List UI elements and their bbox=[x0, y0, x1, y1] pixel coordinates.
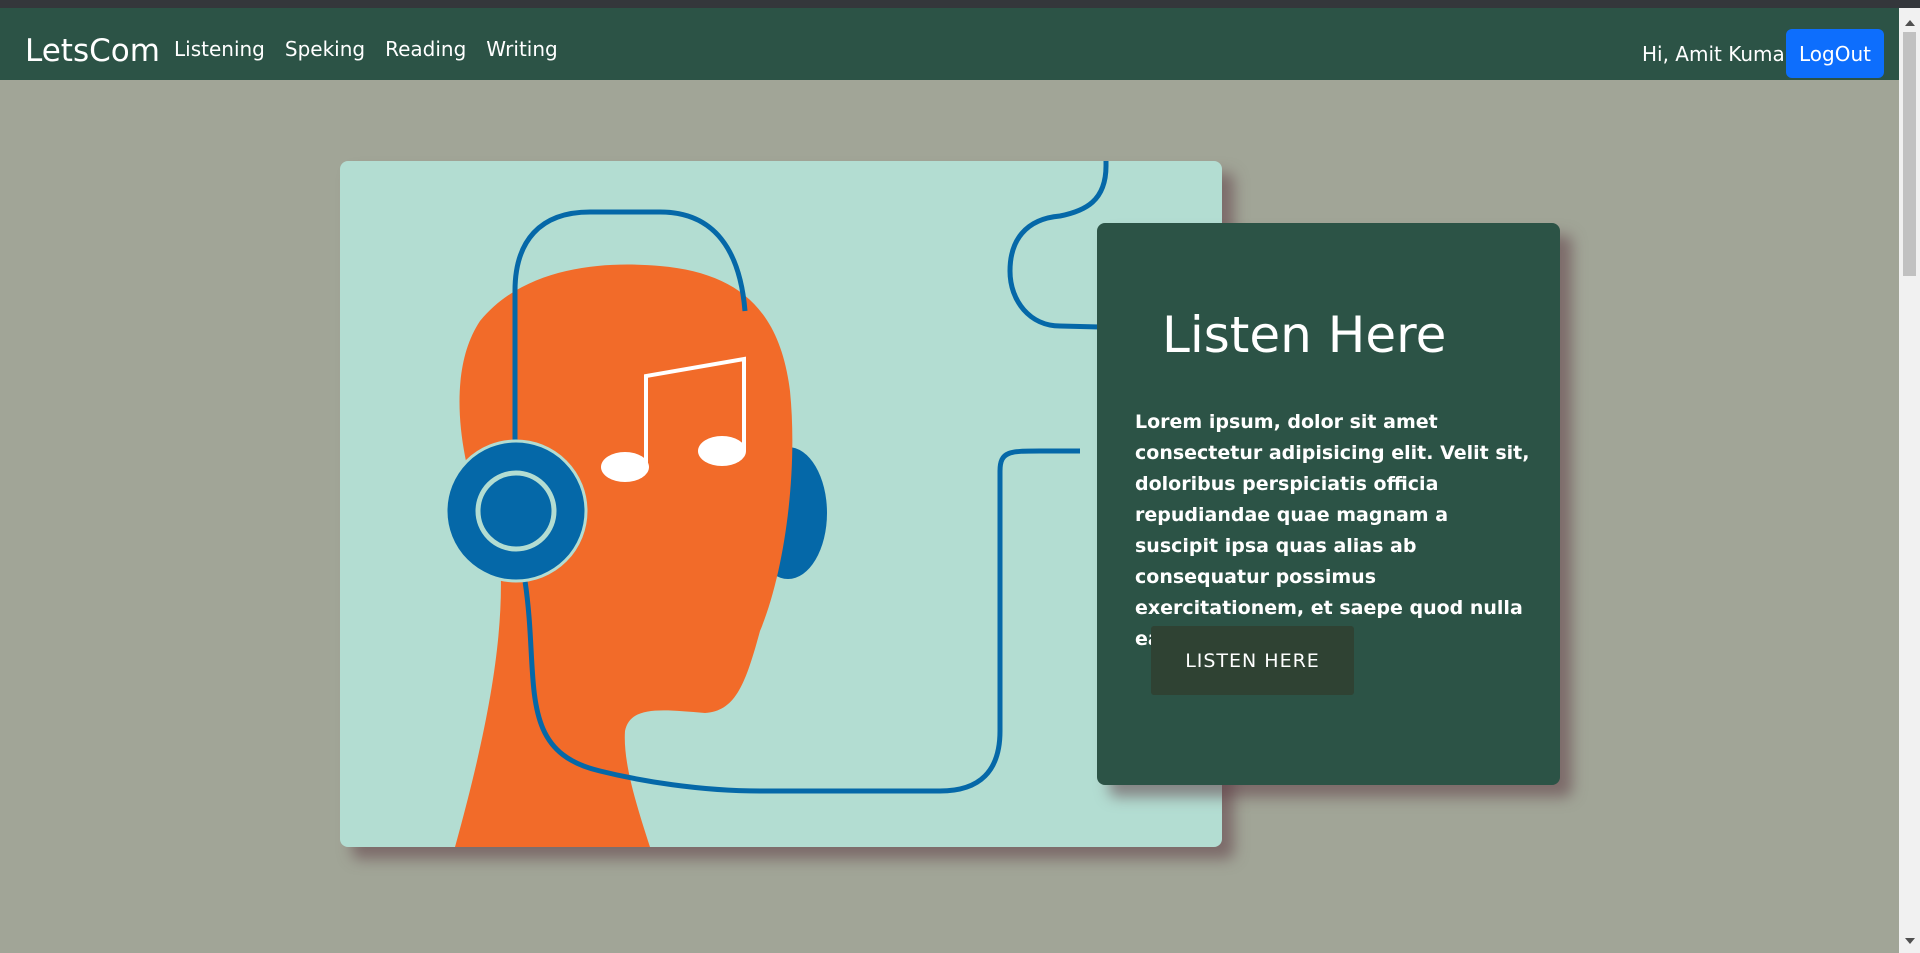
user-greeting: Hi, Amit Kumar bbox=[1642, 42, 1793, 66]
brand-logo[interactable]: LetsCom bbox=[25, 32, 160, 70]
scroll-thumb[interactable] bbox=[1903, 32, 1916, 276]
browser-top-strip bbox=[0, 0, 1920, 8]
nav-link-writing[interactable]: Writing bbox=[486, 32, 557, 66]
scroll-up-arrow-icon[interactable] bbox=[1905, 20, 1915, 26]
nav-link-speking[interactable]: Speking bbox=[285, 32, 365, 66]
card-title: Listen Here bbox=[1162, 306, 1447, 364]
navbar: LetsCom Listening Speking Reading Writin… bbox=[0, 8, 1899, 80]
headphones-illustration bbox=[340, 161, 1222, 847]
listen-here-button[interactable]: LISTEN HERE bbox=[1151, 626, 1354, 695]
card-description: Lorem ipsum, dolor sit amet consectetur … bbox=[1135, 411, 1530, 650]
music-note-head-left bbox=[601, 452, 649, 482]
music-note-head-right bbox=[698, 436, 746, 466]
nav-links: Listening Speking Reading Writing bbox=[174, 32, 558, 66]
cable-loop bbox=[1007, 161, 1109, 330]
logout-button[interactable]: LogOut bbox=[1786, 29, 1884, 78]
scroll-down-arrow-icon[interactable] bbox=[1905, 938, 1915, 944]
page-scrollbar[interactable] bbox=[1899, 8, 1920, 953]
nav-link-listening[interactable]: Listening bbox=[174, 32, 265, 66]
ear-cup-ring bbox=[475, 470, 557, 552]
listen-card: Listen Here Lorem ipsum, dolor sit amet … bbox=[1097, 223, 1560, 785]
nav-link-reading[interactable]: Reading bbox=[385, 32, 466, 66]
